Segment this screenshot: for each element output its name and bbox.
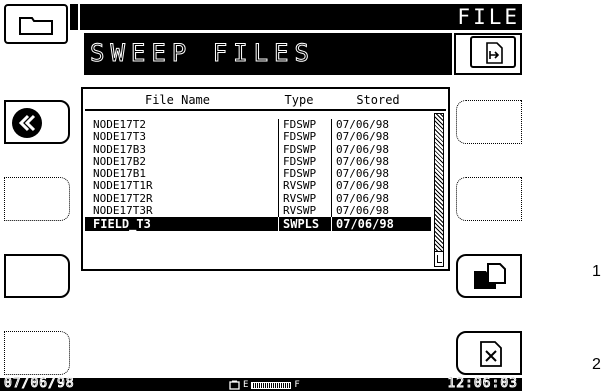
cell-file-name: NODE17B2 <box>93 155 146 168</box>
cell-stored: 07/06/98 <box>331 130 417 144</box>
status-date: 07/06/98 <box>4 376 75 391</box>
battery-icon <box>229 380 240 390</box>
right-softkey-1[interactable] <box>456 100 522 144</box>
battery-full-label: F <box>294 380 300 390</box>
cell-file-name: FIELD_T3 <box>93 217 151 232</box>
cell-stored: 07/06/98 <box>331 217 417 232</box>
battery-level-bar <box>251 381 292 389</box>
header-bar-notch <box>70 4 78 30</box>
cell-file-name: NODE17T2R <box>93 192 153 205</box>
left-softkey-4[interactable] <box>4 331 70 375</box>
export-button[interactable] <box>470 36 516 68</box>
copy-button[interactable] <box>456 254 522 298</box>
panel-title: SWEEP FILES <box>90 39 315 68</box>
cell-file-name: NODE17B3 <box>93 143 146 156</box>
table-body: NODE17T2 FDSWP 07/06/98 NODE17T3 FDSWP 0… <box>85 118 431 267</box>
double-chevron-left-icon <box>12 108 42 138</box>
file-table: File Name Type Stored NODE17T2 FDSWP 07/… <box>81 87 450 271</box>
table-header: File Name Type Stored <box>85 91 446 111</box>
cell-type: RVSWP <box>278 204 331 218</box>
copy-file-icon <box>474 263 506 289</box>
back-button[interactable] <box>4 100 70 144</box>
cell-stored: 07/06/98 <box>331 180 417 193</box>
scrollbar-thumb[interactable] <box>435 251 443 266</box>
status-time: 12:06:03 <box>447 376 518 391</box>
cell-file-name: NODE17T2 <box>93 119 146 131</box>
right-softkey-2[interactable] <box>456 177 522 221</box>
folder-button[interactable] <box>4 4 68 44</box>
table-row[interactable]: NODE17T3R RVSWP 07/06/98 <box>85 204 431 218</box>
table-row[interactable]: NODE17T3 FDSWP 07/06/98 <box>85 130 431 144</box>
cell-type: RVSWP <box>278 180 331 193</box>
battery-empty-label: E <box>243 380 249 390</box>
cell-type: SWPLS <box>278 217 331 232</box>
callout-2: 2 <box>592 356 601 373</box>
header-title: FILE <box>457 5 520 29</box>
cell-file-name: NODE17T3 <box>93 131 146 144</box>
cell-file-name: NODE17T3R <box>93 205 153 218</box>
callout-1: 1 <box>592 263 601 280</box>
folder-icon <box>19 17 53 35</box>
cell-type: FDSWP <box>278 130 331 144</box>
left-softkey-3[interactable] <box>4 254 70 298</box>
column-header-stored[interactable]: Stored <box>328 91 428 109</box>
delete-file-icon <box>480 341 502 367</box>
column-header-type[interactable]: Type <box>270 91 328 109</box>
file-export-icon <box>486 42 503 64</box>
cell-file-name: NODE17B1 <box>93 168 146 181</box>
delete-button[interactable] <box>456 331 522 375</box>
scrollbar[interactable] <box>434 113 444 267</box>
table-row[interactable]: NODE17T1R RVSWP 07/06/98 <box>85 180 431 193</box>
left-softkey-2[interactable] <box>4 177 70 221</box>
column-header-file-name[interactable]: File Name <box>85 91 270 109</box>
cell-stored: 07/06/98 <box>331 204 417 218</box>
battery-indicator: E F <box>229 379 300 391</box>
cell-file-name: NODE17T1R <box>93 180 153 193</box>
table-row-selected[interactable]: FIELD_T3 SWPLS 07/06/98 <box>85 217 431 232</box>
